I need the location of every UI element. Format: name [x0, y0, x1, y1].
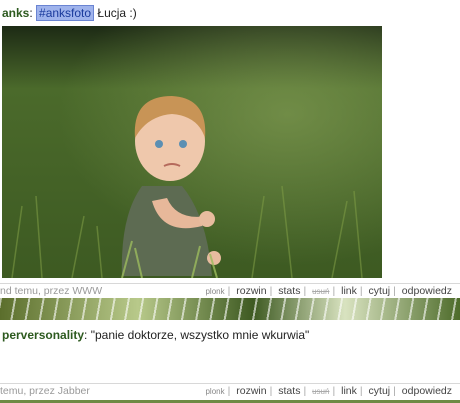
post-perversonality: perversonality: "panie doktorze, wszystk…: [0, 320, 460, 400]
post-actions: plonk | rozwin | stats | usuń | link | cytuj |…: [205, 285, 452, 297]
delete-link: usuń: [312, 287, 330, 296]
plonk-link[interactable]: plonk: [205, 287, 224, 296]
permalink-link[interactable]: link: [341, 385, 357, 397]
post-footer: temu, przez Jabber plonk | rozwin | stats |…: [0, 383, 460, 398]
quote-link[interactable]: cytuj: [369, 285, 391, 297]
quote-link[interactable]: cytuj: [369, 385, 391, 397]
post-author[interactable]: anks: [2, 6, 29, 20]
post-tag[interactable]: #anksfoto: [36, 5, 95, 21]
post-header: anks: #anksfoto Łucja :): [2, 5, 137, 21]
reply-link[interactable]: odpowiedz: [402, 285, 452, 297]
post-text: : "panie doktorze, wszystko mnie wkurwia…: [84, 328, 310, 342]
background-divider: [0, 298, 460, 320]
delete-link: usuń: [312, 387, 330, 396]
stats-link[interactable]: stats: [278, 385, 300, 397]
post-text: Łucja :): [94, 6, 137, 20]
post-header: perversonality: "panie doktorze, wszystk…: [0, 320, 460, 343]
plonk-link[interactable]: plonk: [205, 387, 224, 396]
expand-link[interactable]: rozwin: [236, 285, 266, 297]
post-anks: anks: #anksfoto Łucja :) nd temu, przez …: [0, 0, 460, 298]
post-footer: nd temu, przez WWW plonk | rozwin | stats |…: [0, 283, 460, 298]
permalink-link[interactable]: link: [341, 285, 357, 297]
reply-link[interactable]: odpowiedz: [402, 385, 452, 397]
stats-link[interactable]: stats: [278, 285, 300, 297]
post-meta: nd temu, przez WWW: [0, 285, 103, 297]
expand-link[interactable]: rozwin: [236, 385, 266, 397]
post-photo[interactable]: [2, 26, 382, 278]
post-actions: plonk | rozwin | stats | usuń | link | cytuj |…: [205, 385, 452, 397]
post-meta: temu, przez Jabber: [0, 385, 90, 397]
post-author[interactable]: perversonality: [2, 328, 84, 342]
